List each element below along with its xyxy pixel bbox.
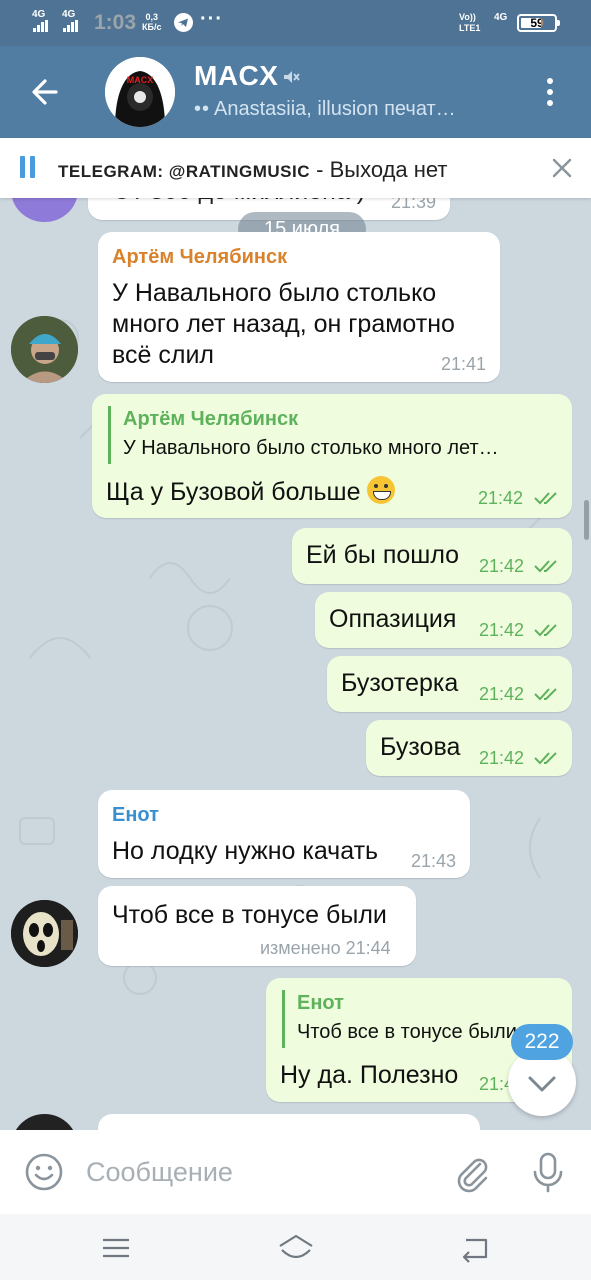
arrow-left-icon (32, 79, 58, 105)
svg-text:MACX: MACX (127, 75, 154, 85)
message-text: Чтоб все в тонусе были (112, 901, 387, 929)
voice-message-button[interactable] (528, 1150, 568, 1194)
chat-subtitle: •• Anastasiia, illusion печат… (194, 98, 514, 121)
nav-home-button[interactable] (276, 1230, 313, 1266)
message-bubble[interactable]: Артём Челябинск У Навального было стольк… (98, 232, 500, 382)
attach-button[interactable] (450, 1150, 494, 1194)
more-vertical-button[interactable] (536, 72, 564, 112)
message-bubble[interactable] (98, 1114, 480, 1130)
message-time: 21:42 (479, 556, 525, 576)
typing-status-text: Anastasiia, illusion печат… (214, 98, 456, 120)
volte-indicator: Vo)) LTE1 (459, 12, 481, 33)
double-check-icon (534, 560, 557, 573)
message-text: Ща у Бузовой больше (106, 476, 395, 508)
status-bar: 4G 4G 1:03 0,3 КБ/с ··· Vo)) LTE1 4G 59 (0, 0, 591, 46)
reply-quote[interactable]: Артём Челябинск У Навального было стольк… (108, 406, 558, 464)
network-type-2: 4G (62, 9, 76, 20)
unread-count-badge: 222 (511, 1024, 573, 1060)
message-input[interactable] (86, 1154, 426, 1190)
paperclip-icon (457, 1158, 488, 1193)
message-text: От 800 до миллиона ) (112, 198, 365, 207)
pinned-bars-icon (20, 156, 40, 178)
reply-sender: Енот (297, 992, 344, 1014)
battery-icon: 59 (517, 14, 560, 32)
message-time: 21:42 (479, 620, 525, 640)
hooded-figure-icon: MACX (105, 57, 175, 127)
grinning-emoji-icon (366, 476, 395, 504)
message-time: 21:42 (478, 488, 524, 508)
user-photo-icon (11, 316, 78, 383)
double-check-icon (534, 492, 557, 505)
smile-icon (25, 1153, 63, 1191)
muted-speaker-icon (282, 68, 300, 86)
signal-icon (33, 20, 49, 32)
message-bubble-outgoing[interactable]: Ей бы пошло 21:42 (292, 528, 572, 584)
sender-name[interactable]: Артём Челябинск (112, 246, 287, 269)
message-text: Ей бы пошло (306, 541, 460, 569)
chat-title[interactable]: MACX (194, 60, 278, 92)
mask-avatar-icon (11, 900, 78, 967)
message-time: 21:42 (479, 684, 525, 704)
message-time: 21:39 (391, 198, 437, 212)
clock: 1:03 (94, 11, 137, 34)
back-button[interactable] (26, 72, 66, 112)
chat-header: MACX MACX •• Anastasiia, illusion печат… (0, 46, 591, 138)
signal-icon (63, 20, 79, 32)
sender-name[interactable]: Енот (112, 804, 159, 827)
nav-menu-button[interactable] (98, 1230, 134, 1266)
network-type-1: 4G (32, 9, 46, 20)
message-time: 21:42 (479, 748, 525, 768)
nav-home-icon (279, 1234, 313, 1259)
double-check-icon (534, 688, 557, 701)
message-bubble-outgoing[interactable]: Артём Челябинск У Навального было стольк… (92, 394, 572, 518)
message-text: Бузова (380, 733, 461, 761)
message-time: изменено 21:44 (260, 938, 391, 958)
battery-level: 59 (530, 16, 544, 30)
emoji-button[interactable] (22, 1150, 66, 1194)
message-input-bar (0, 1130, 591, 1214)
nav-back-button[interactable] (458, 1230, 494, 1266)
double-check-icon (534, 752, 557, 765)
pinned-message-text: TELEGRAM: @RATINGMUSIC - Выхода нет (58, 157, 448, 182)
pinned-message-bar[interactable]: TELEGRAM: @RATINGMUSIC - Выхода нет (0, 138, 591, 198)
typing-indicator-icon: •• (194, 98, 211, 120)
avatar[interactable] (11, 316, 78, 383)
message-time: 21:43 (411, 851, 457, 871)
double-check-icon (534, 624, 557, 637)
message-bubble[interactable]: Енот Но лодку нужно качать 21:43 (98, 790, 470, 878)
nav-back-icon (462, 1238, 488, 1263)
chat-avatar[interactable]: MACX (105, 57, 175, 127)
avatar[interactable] (11, 900, 78, 967)
net-speed: 0,3 КБ/с (142, 12, 162, 32)
more-notifications-icon: ··· (200, 8, 223, 30)
message-text: Но лодку нужно качать (112, 837, 379, 865)
message-text: Ну да. Полезно (280, 1061, 459, 1089)
message-text: Оппазиция (329, 605, 457, 633)
close-icon (552, 158, 572, 178)
scrollbar[interactable] (584, 500, 589, 540)
reply-text: У Навального было столько много лет… (123, 437, 499, 459)
microphone-icon (533, 1152, 563, 1193)
message-bubble[interactable]: Чтоб все в тонусе были изменено 21:44 (98, 886, 416, 966)
message-bubble-outgoing[interactable]: Оппазиция 21:42 (315, 592, 572, 648)
telegram-notification-icon (174, 13, 193, 32)
message-bubble-outgoing[interactable]: Бузова 21:42 (366, 720, 572, 776)
reply-sender: Артём Челябинск (123, 408, 299, 430)
message-time: 21:41 (441, 354, 487, 374)
network-type-3: 4G (494, 12, 508, 23)
message-list[interactable]: От 800 до миллиона ) 21:39 15 июля Артём… (0, 198, 591, 1130)
nav-menu-icon (103, 1238, 129, 1258)
system-nav-bar (0, 1214, 591, 1280)
close-pinned-button[interactable] (546, 152, 578, 184)
message-text: много лет назад, он грамотно (112, 310, 455, 338)
message-text: У Навального было столько (112, 279, 437, 307)
message-text: всё слил (112, 341, 214, 369)
message-bubble-outgoing[interactable]: Бузотерка 21:42 (327, 656, 572, 712)
message-text: Бузотерка (341, 669, 459, 697)
